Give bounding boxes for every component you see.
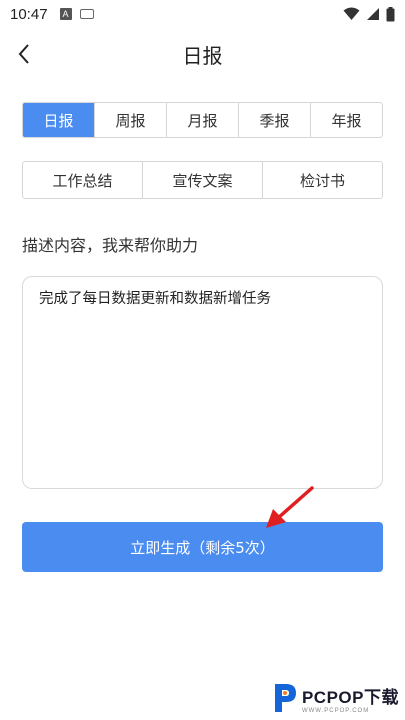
status-icons: [343, 6, 395, 22]
generate-button[interactable]: 立即生成（剩余5次）: [22, 522, 383, 572]
keyboard-icon: [79, 9, 94, 19]
tab-monthly[interactable]: 月报: [166, 103, 238, 137]
watermark-text: PCPOP下载: [301, 687, 399, 707]
watermark: PCPOP下载 WWW.PCPOP.COM: [272, 682, 399, 714]
tab-yearly[interactable]: 年报: [310, 103, 382, 137]
tab-quarterly[interactable]: 季报: [238, 103, 310, 137]
promo-copy-button[interactable]: 宣传文案: [142, 162, 262, 198]
back-button[interactable]: [12, 40, 36, 68]
status-bar: 10:47 A: [0, 0, 405, 28]
signal-icon: [367, 8, 379, 20]
page-title: 日报: [182, 43, 223, 68]
tab-weekly[interactable]: 周报: [94, 103, 166, 137]
battery-icon: [386, 6, 395, 21]
annotation-arrow-icon: [266, 486, 314, 528]
report-period-tabs: 日报 周报 月报 季报 年报: [22, 102, 383, 138]
wifi-icon: [343, 7, 360, 20]
self-criticism-button[interactable]: 检讨书: [262, 162, 382, 198]
description-label: 描述内容，我来帮你助力: [22, 236, 199, 255]
chevron-left-icon: [18, 44, 29, 64]
description-input[interactable]: 完成了每日数据更新和数据新增任务: [22, 276, 383, 489]
app-notification-icon: A: [59, 8, 72, 20]
document-type-options: 工作总结 宣传文案 检讨书: [22, 161, 383, 199]
tab-daily[interactable]: 日报: [23, 103, 94, 137]
status-time: 10:47: [10, 5, 48, 23]
work-summary-button[interactable]: 工作总结: [23, 162, 142, 198]
watermark-subtext: WWW.PCPOP.COM: [301, 707, 370, 714]
pcpop-logo-icon: [274, 684, 296, 712]
app-header: 日报: [0, 28, 405, 80]
